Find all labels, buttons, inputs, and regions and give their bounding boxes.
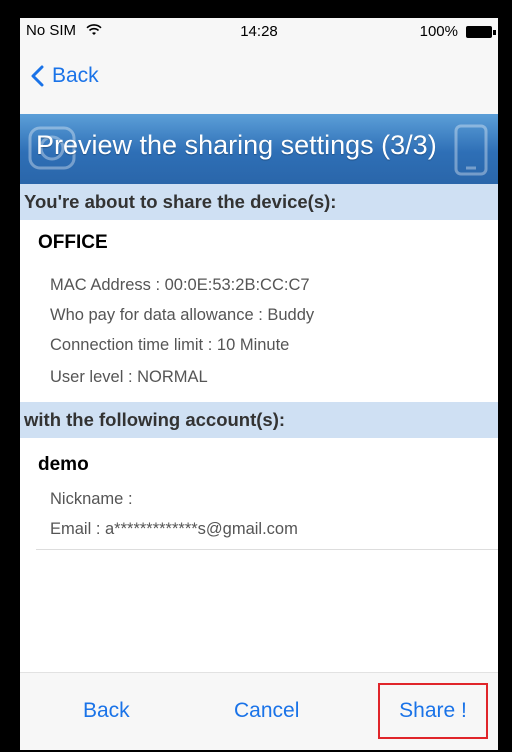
account-nickname: Nickname : (50, 490, 133, 508)
cancel-button[interactable]: Cancel (234, 699, 299, 723)
battery-percent: 100% (419, 23, 458, 40)
connection-time-limit: Connection time limit : 10 Minute (50, 336, 290, 354)
phone-icon (454, 124, 488, 176)
nav-back-label: Back (52, 64, 99, 87)
share-button[interactable]: Share ! (378, 683, 488, 739)
account-name: demo (38, 454, 89, 475)
back-button[interactable]: Back (83, 699, 130, 723)
chevron-left-icon (31, 65, 44, 87)
device-name: OFFICE (38, 232, 108, 253)
status-bar: No SIM 14:28 100% (20, 18, 498, 46)
nav-back-button[interactable]: Back (30, 64, 99, 88)
phone-screen: No SIM 14:28 100% Back Preview the shari… (20, 18, 498, 750)
data-allowance-payer: Who pay for data allowance : Buddy (50, 306, 315, 324)
page-title: Preview the sharing settings (3/3) (36, 130, 437, 160)
navigation-bar: Back (20, 46, 498, 114)
battery-icon (466, 26, 496, 38)
mac-address: MAC Address : 00:0E:53:2B:CC:C7 (50, 276, 310, 294)
list-divider (36, 549, 498, 550)
page-banner: Preview the sharing settings (3/3) (20, 114, 498, 184)
user-level: User level : NORMAL (50, 368, 208, 386)
bottom-toolbar: Back Cancel Share ! (20, 672, 498, 750)
account-email: Email : a*************s@gmail.com (50, 520, 298, 538)
account-section-header: with the following account(s): (20, 402, 498, 438)
device-section-header: You're about to share the device(s): (20, 184, 498, 220)
